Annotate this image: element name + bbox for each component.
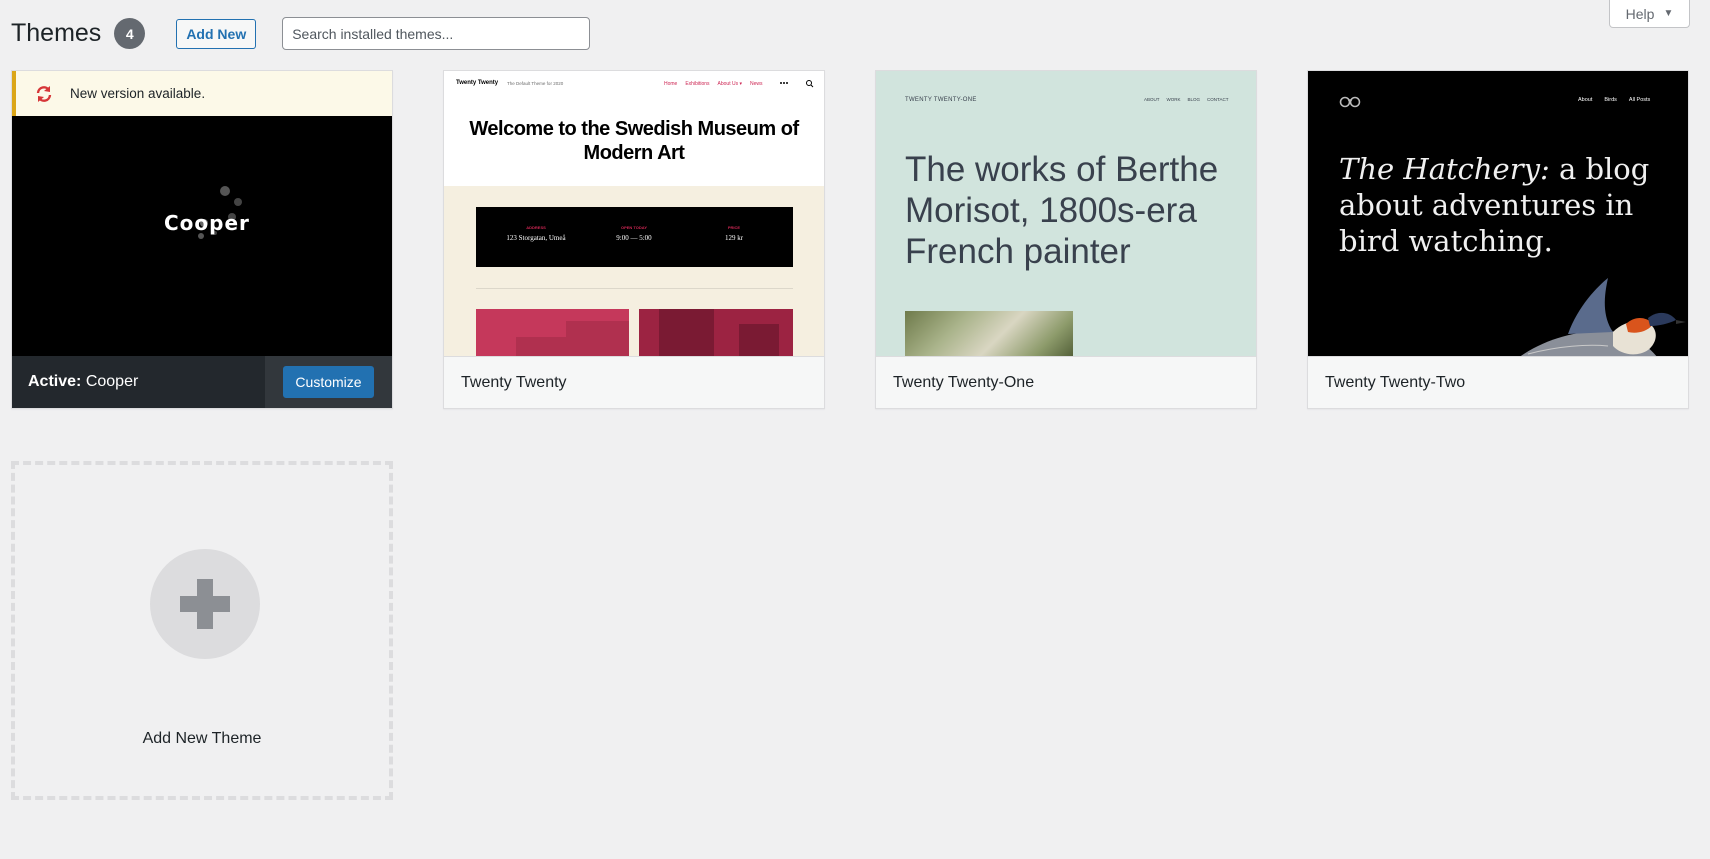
add-new-theme-label[interactable]: Add New Theme (15, 730, 389, 748)
update-notice: New version available. (12, 71, 392, 116)
theme-footer: Twenty Twenty-One (876, 356, 1256, 408)
theme-screenshot-twenty-twenty[interactable]: Twenty Twenty The Default Theme for 2020… (444, 71, 824, 356)
t21-painting-image (905, 311, 1073, 356)
binoculars-icon (1339, 96, 1361, 108)
tt-nav-item: News (750, 81, 763, 87)
theme-name: Twenty Twenty-Two (1325, 373, 1466, 391)
t21-nav-item: BLOG (1187, 97, 1201, 102)
t22-nav-item: Birds (1604, 97, 1617, 103)
tt-image-shape (516, 337, 576, 356)
theme-screenshot-twenty-twenty-one[interactable]: TWENTY TWENTY-ONE ABOUT WORK BLOG CONTAC… (876, 71, 1256, 356)
t22-headline-italic: The Hatchery: (1339, 152, 1550, 186)
theme-card-twenty-twenty-one[interactable]: TWENTY TWENTY-ONE ABOUT WORK BLOG CONTAC… (875, 70, 1257, 409)
help-button[interactable]: Help ▼ (1609, 0, 1690, 28)
tt-divider (476, 288, 793, 289)
page-title: Themes (11, 19, 102, 47)
tt-gallery-image (476, 309, 629, 356)
search-themes-input[interactable] (282, 17, 591, 50)
tt-info-label: PRICE (727, 225, 741, 230)
t21-site-title: TWENTY TWENTY-ONE (905, 97, 977, 103)
bird-illustration (1520, 278, 1686, 356)
t22-nav: About Birds All Posts (1578, 97, 1650, 103)
plus-icon-horizontal (180, 596, 230, 612)
tt-headline: Welcome to the Swedish Museum of Modern … (469, 118, 799, 164)
tt-image-shape (739, 324, 779, 356)
help-label: Help (1625, 5, 1655, 22)
theme-card-twenty-twenty-two[interactable]: About Birds All Posts The Hatchery: a bl… (1307, 70, 1689, 409)
tt-info-hours: OPEN TODAY 9:00 — 5:00 (584, 225, 684, 242)
t22-nav-item: About (1578, 97, 1593, 103)
t21-nav: ABOUT WORK BLOG CONTACT (1144, 97, 1228, 102)
tt-gallery-image (639, 309, 793, 356)
tt-menu-search-icons (780, 80, 814, 88)
page-header: Themes 4 Add New (11, 17, 591, 50)
tt-info-value: 129 kr (724, 234, 744, 242)
tt-tagline: The Default Theme for 2020 (507, 81, 564, 86)
caret-down-icon: ▼ (1663, 8, 1674, 19)
add-new-theme-card[interactable]: Add New Theme (11, 461, 393, 800)
add-new-button[interactable]: Add New (176, 18, 257, 49)
tt-nav-item: Exhibitions (685, 81, 710, 87)
tt-image-shape (659, 309, 714, 356)
tt-info-label: ADDRESS (526, 225, 546, 230)
plus-icon[interactable] (150, 549, 260, 659)
theme-card-cooper[interactable]: New version available. Cooper Active: Co… (11, 70, 393, 409)
t22-headline: The Hatchery: a blog about adventures in… (1339, 151, 1669, 259)
theme-count-badge: 4 (114, 18, 146, 49)
update-sync-icon (36, 85, 52, 102)
tt-site-title: Twenty Twenty (456, 80, 499, 86)
theme-footer-active: Active: Cooper Customize (12, 356, 392, 408)
active-prefix: Active: (28, 373, 82, 390)
t22-nav-item: All Posts (1628, 97, 1651, 103)
tt-nav-item: Home (664, 81, 678, 87)
t21-nav-item: ABOUT (1144, 97, 1160, 102)
update-notice-text: New version available. (70, 86, 206, 101)
theme-footer: Twenty Twenty (444, 356, 824, 408)
active-theme-name: Cooper (85, 373, 139, 390)
tt-info-address: ADDRESS 123 Storgatan, Umeå (486, 225, 586, 242)
theme-screenshot-twenty-twenty-two[interactable]: About Birds All Posts The Hatchery: a bl… (1308, 71, 1688, 356)
tt-info-bar: ADDRESS 123 Storgatan, Umeå OPEN TODAY 9… (476, 207, 793, 267)
tt-info-label: OPEN TODAY (620, 225, 647, 230)
cooper-logo: Cooper (164, 211, 250, 235)
theme-footer: Twenty Twenty-Two (1308, 356, 1688, 408)
customize-button[interactable]: Customize (283, 366, 374, 398)
t21-headline: The works of Berthe Morisot, 1800s-era F… (905, 150, 1219, 271)
t21-nav-item: WORK (1166, 97, 1181, 102)
theme-actions: Customize (265, 356, 392, 408)
tt-info-value: 9:00 — 5:00 (616, 234, 652, 242)
active-theme-label: Active: Cooper (28, 373, 138, 391)
tt-nav: Home Exhibitions About Us ▾ News (664, 81, 763, 87)
theme-name: Twenty Twenty-One (893, 373, 1035, 391)
tt-nav-item: About Us ▾ (717, 81, 742, 87)
tt-hero: Twenty Twenty The Default Theme for 2020… (444, 71, 824, 186)
theme-card-twenty-twenty[interactable]: Twenty Twenty The Default Theme for 2020… (443, 70, 825, 409)
t21-nav-item: CONTACT (1207, 97, 1229, 102)
tt-info-value: 123 Storgatan, Umeå (506, 234, 566, 242)
tt-info-price: PRICE 129 kr (684, 225, 784, 242)
theme-name: Twenty Twenty (461, 373, 567, 391)
